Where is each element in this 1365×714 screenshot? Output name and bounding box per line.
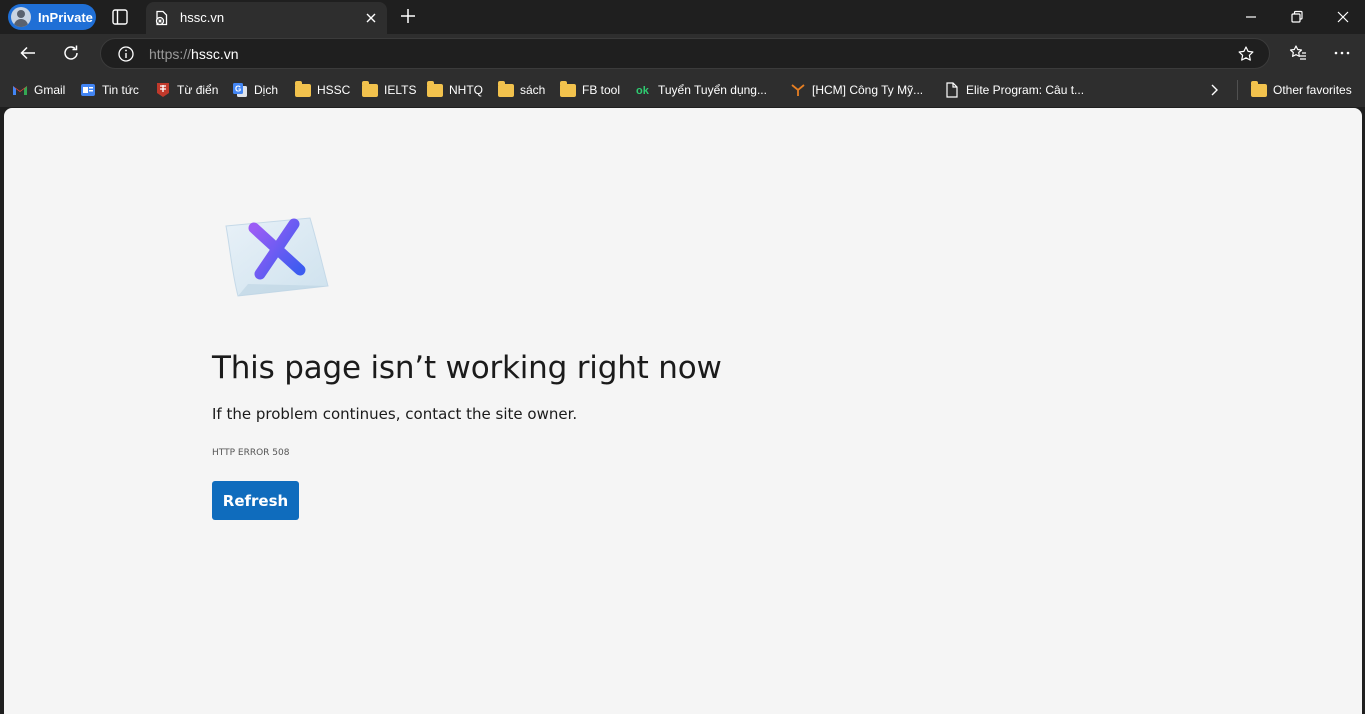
error-title: This page isn’t working right now — [212, 350, 722, 386]
error-illustration-icon — [225, 217, 329, 297]
folder-icon — [362, 81, 378, 98]
title-bar: InPrivate hssc.vn — [0, 0, 1365, 34]
folder-icon — [1251, 81, 1267, 98]
favorite-label: Tuyển Tuyển dụng... — [658, 83, 767, 97]
site-info-icon[interactable] — [117, 45, 135, 63]
settings-more-icon[interactable] — [1332, 43, 1352, 63]
svg-text:ok: ok — [636, 85, 650, 97]
favorite-label: FB tool — [582, 83, 621, 97]
favorite-tu-dien[interactable]: Từ điển — [155, 81, 218, 99]
favorite-folder-hssc[interactable]: HSSC — [295, 81, 350, 99]
inprivate-label: InPrivate — [38, 9, 93, 25]
favorite-hcm-cong-ty[interactable]: [HCM] Công Ty Mỹ... — [790, 81, 923, 99]
error-code: HTTP ERROR 508 — [212, 448, 290, 458]
favorite-label: IELTS — [384, 83, 417, 97]
favorite-folder-fb-tool[interactable]: FB tool — [560, 81, 620, 99]
folder-icon — [560, 81, 576, 98]
close-window-icon[interactable] — [1334, 8, 1352, 26]
google-news-icon — [81, 84, 95, 96]
favorite-folder-nhtq[interactable]: NHTQ — [427, 81, 483, 99]
favorites-bar: Gmail Tin tức Từ điển G Dịch HSSC IELTS … — [0, 72, 1365, 107]
minimize-icon[interactable] — [1242, 8, 1260, 26]
job-site-icon — [791, 84, 805, 96]
folder-icon — [498, 81, 514, 98]
tab-actions-icon[interactable] — [111, 8, 129, 26]
address-url: https://hssc.vn — [149, 46, 239, 62]
google-translate-icon: G — [233, 83, 247, 97]
favorites-icon[interactable] — [1288, 43, 1308, 63]
close-tab-icon[interactable] — [363, 10, 379, 26]
error-subtitle: If the problem continues, contact the si… — [212, 405, 578, 423]
favorite-label: Dịch — [254, 83, 279, 97]
tab-active[interactable]: hssc.vn — [146, 2, 387, 34]
favorite-label: sách — [520, 83, 546, 97]
favorite-label: HSSC — [317, 83, 351, 97]
url-host: hssc.vn — [191, 46, 239, 62]
favorites-divider — [1237, 80, 1238, 100]
avatar — [11, 7, 31, 27]
ok-icon: ok — [636, 85, 650, 97]
reload-icon[interactable] — [61, 43, 81, 63]
favorite-label: Từ điển — [177, 83, 219, 97]
back-arrow-icon[interactable] — [18, 43, 38, 63]
folder-icon — [295, 81, 311, 98]
favorite-dich[interactable]: G Dịch — [232, 81, 278, 99]
page-content — [4, 108, 1362, 714]
other-favorites-label: Other favorites — [1273, 83, 1352, 97]
tab-title: hssc.vn — [180, 10, 225, 25]
other-favorites-folder[interactable]: Other favorites — [1251, 81, 1352, 99]
inprivate-profile-button[interactable]: InPrivate — [8, 4, 96, 30]
favorite-tuyen-dung[interactable]: ok Tuyển Tuyển dụng... — [636, 81, 767, 99]
add-favorite-star-icon[interactable] — [1237, 45, 1255, 63]
restore-icon[interactable] — [1288, 8, 1306, 26]
url-scheme: https:// — [149, 46, 192, 62]
new-tab-icon[interactable] — [399, 7, 417, 25]
chevron-right-icon[interactable] — [1206, 82, 1222, 98]
refresh-button[interactable]: Refresh — [212, 481, 299, 520]
svg-text:G: G — [235, 85, 241, 94]
folder-icon — [427, 81, 443, 98]
dictionary-icon — [157, 83, 169, 97]
favorite-label: Elite Program: Câu t... — [966, 83, 1085, 97]
favorite-label: NHTQ — [449, 83, 483, 97]
gmail-icon — [13, 86, 27, 95]
favorite-label: Tin tức — [102, 83, 139, 97]
favorite-gmail[interactable]: Gmail — [12, 81, 65, 99]
favorite-label: [HCM] Công Ty Mỹ... — [812, 83, 924, 97]
address-bar[interactable]: https://hssc.vn — [100, 38, 1270, 69]
favorite-tin-tuc[interactable]: Tin tức — [80, 81, 139, 99]
navigation-toolbar: https://hssc.vn — [0, 34, 1365, 72]
page-error-favicon-icon — [155, 10, 168, 26]
favorite-elite-program[interactable]: Elite Program: Câu t... — [944, 81, 1084, 99]
favorite-folder-ielts[interactable]: IELTS — [362, 81, 416, 99]
favorite-folder-sach[interactable]: sách — [498, 81, 545, 99]
document-icon — [946, 82, 958, 98]
favorite-label: Gmail — [34, 83, 66, 97]
